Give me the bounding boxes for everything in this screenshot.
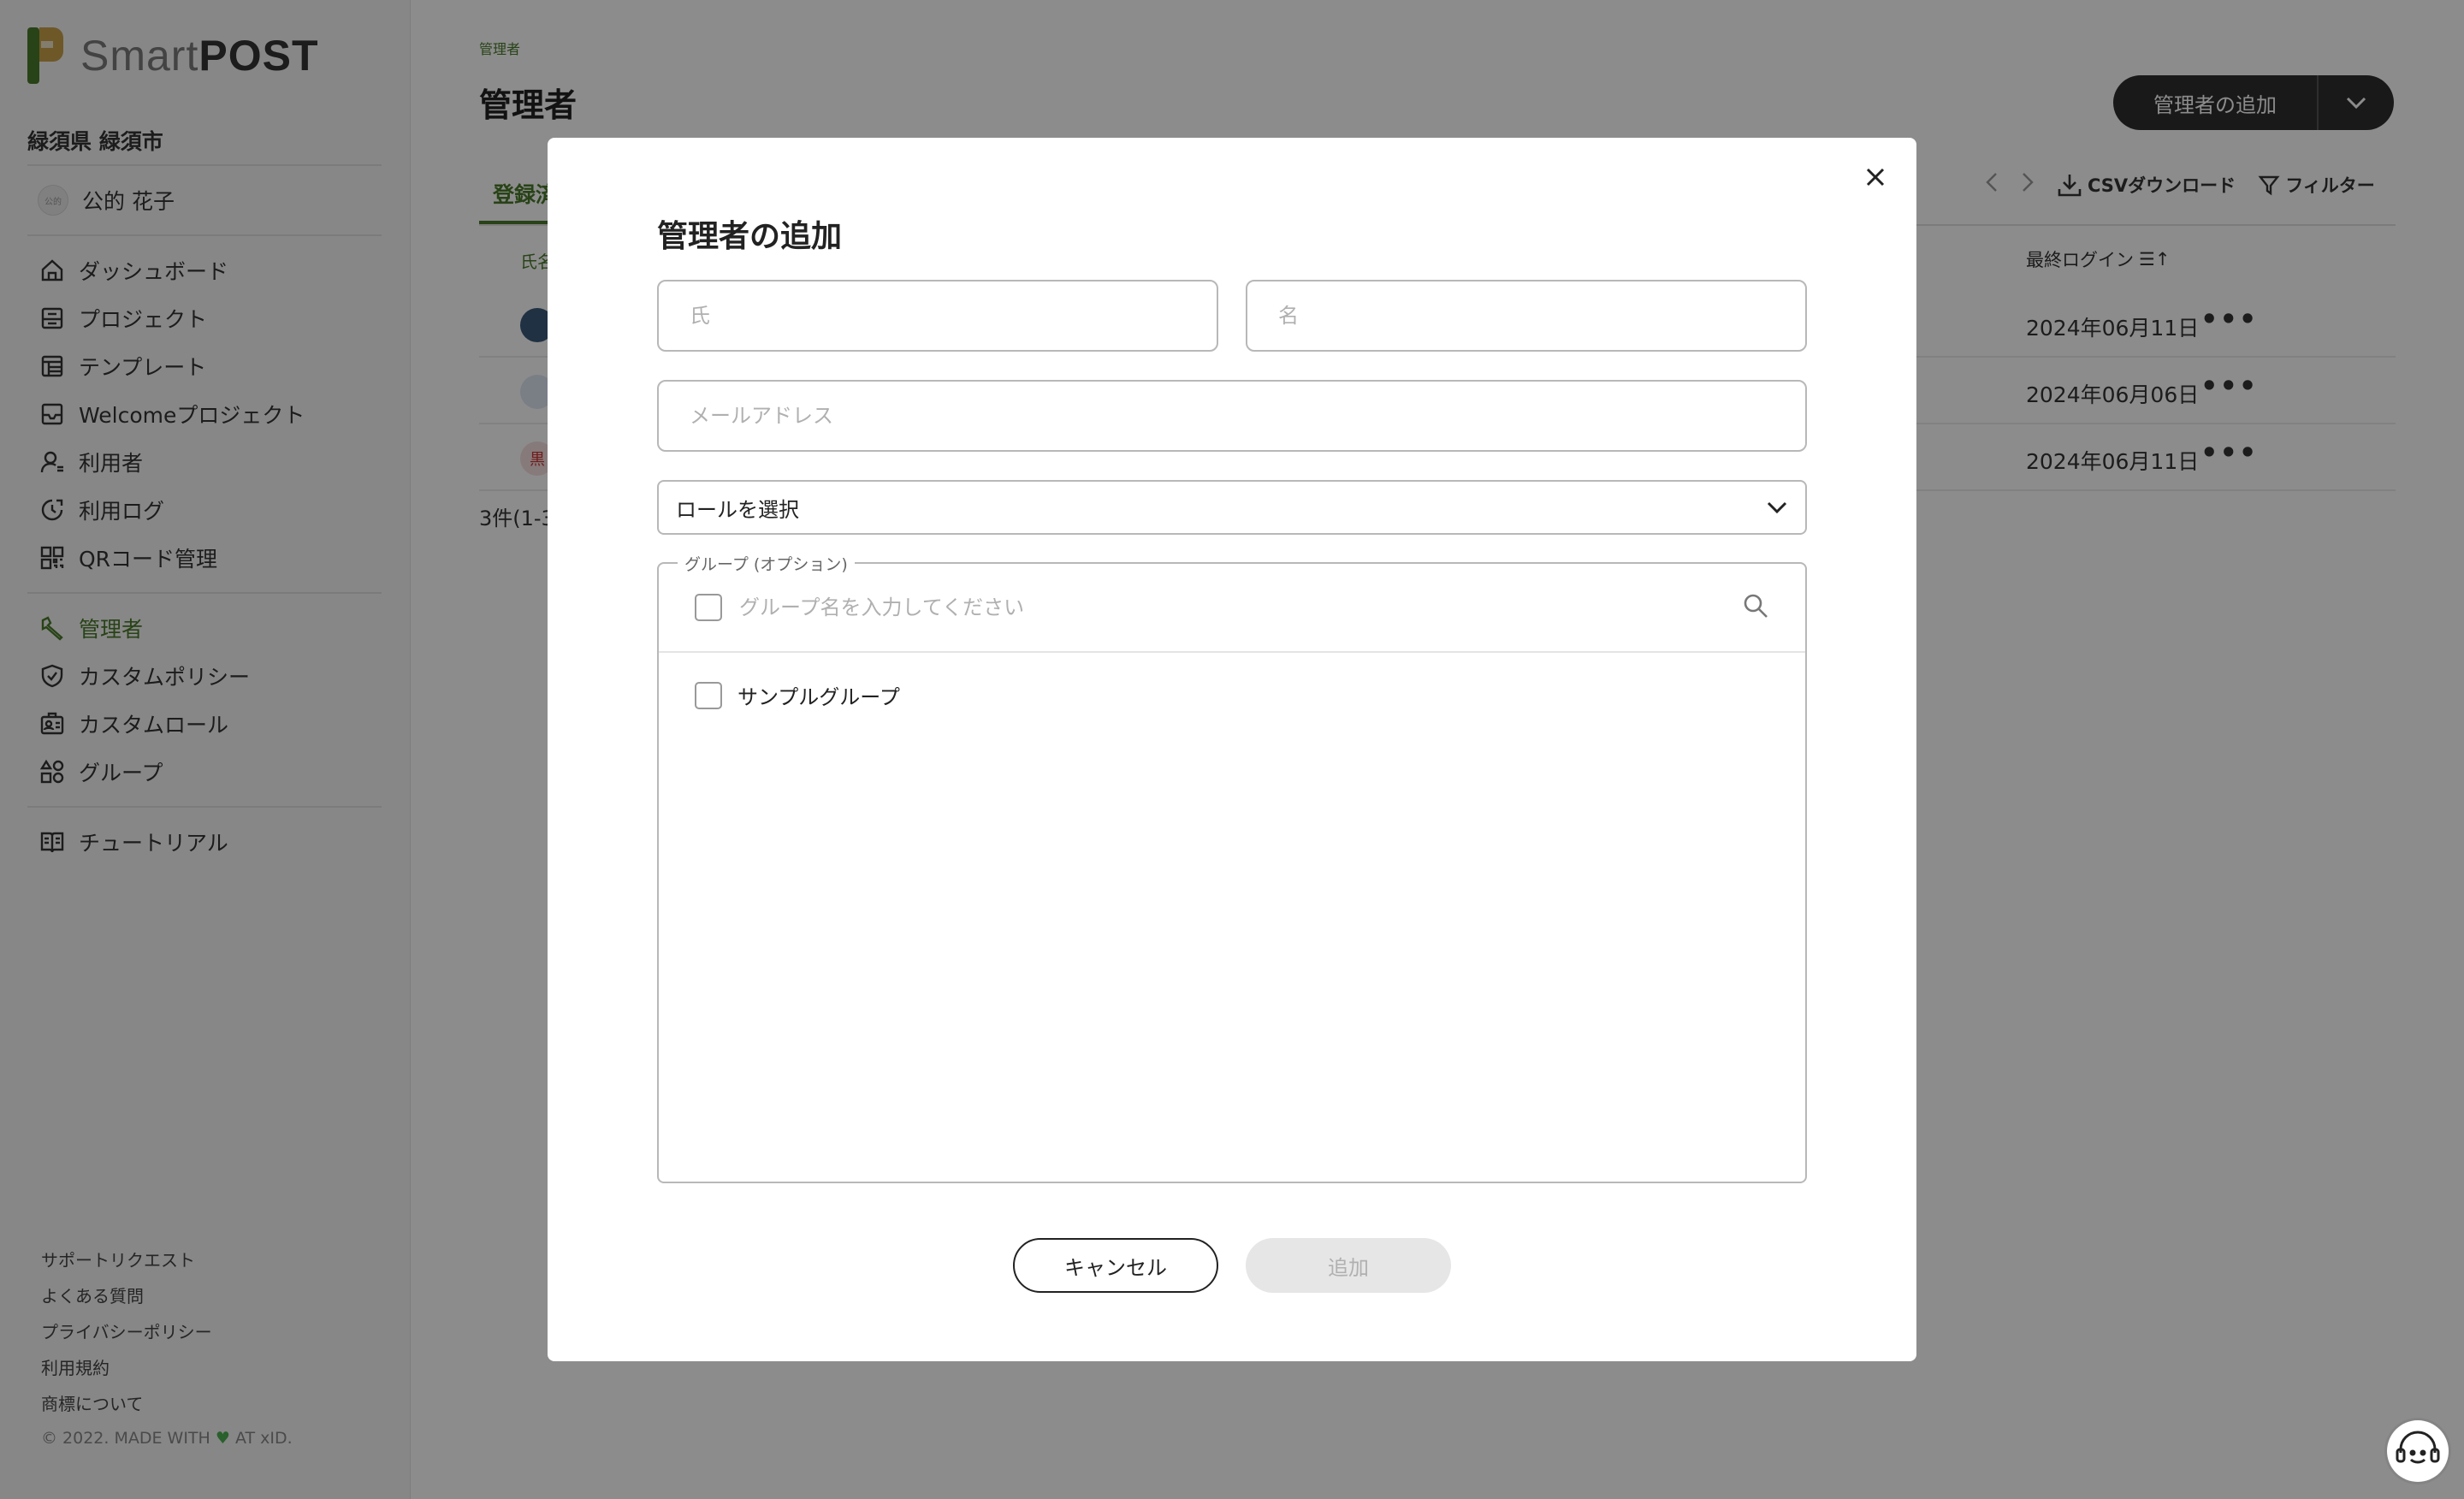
group-selector: グループ (オプション) サンプルグループ bbox=[657, 552, 1807, 1183]
add-button: 追加 bbox=[1246, 1238, 1451, 1293]
select-all-groups-checkbox[interactable] bbox=[695, 594, 722, 621]
support-chat-button[interactable] bbox=[2387, 1420, 2449, 1482]
role-select[interactable]: ロールを選択 bbox=[657, 480, 1807, 535]
cancel-button[interactable]: キャンセル bbox=[1013, 1238, 1218, 1293]
close-icon[interactable] bbox=[1858, 160, 1892, 194]
group-option-label: サンプルグループ bbox=[737, 685, 900, 709]
support-agent-icon bbox=[2396, 1431, 2440, 1464]
chevron-down-icon bbox=[1767, 501, 1787, 514]
modal-title: 管理者の追加 bbox=[657, 219, 843, 254]
search-icon[interactable] bbox=[1742, 592, 1769, 623]
first-name-input[interactable] bbox=[1246, 280, 1807, 352]
add-admin-modal: 管理者の追加 ロールを選択 グループ (オプション) サンプルグループ キャンセ… bbox=[548, 138, 1916, 1361]
group-checkbox[interactable] bbox=[695, 681, 722, 709]
last-name-input[interactable] bbox=[657, 280, 1218, 352]
group-option[interactable]: サンプルグループ bbox=[695, 680, 900, 710]
group-search-input[interactable] bbox=[739, 595, 1742, 619]
group-search-bar bbox=[659, 564, 1805, 653]
email-input[interactable] bbox=[657, 380, 1807, 452]
role-select-value: ロールを選択 bbox=[676, 497, 799, 522]
